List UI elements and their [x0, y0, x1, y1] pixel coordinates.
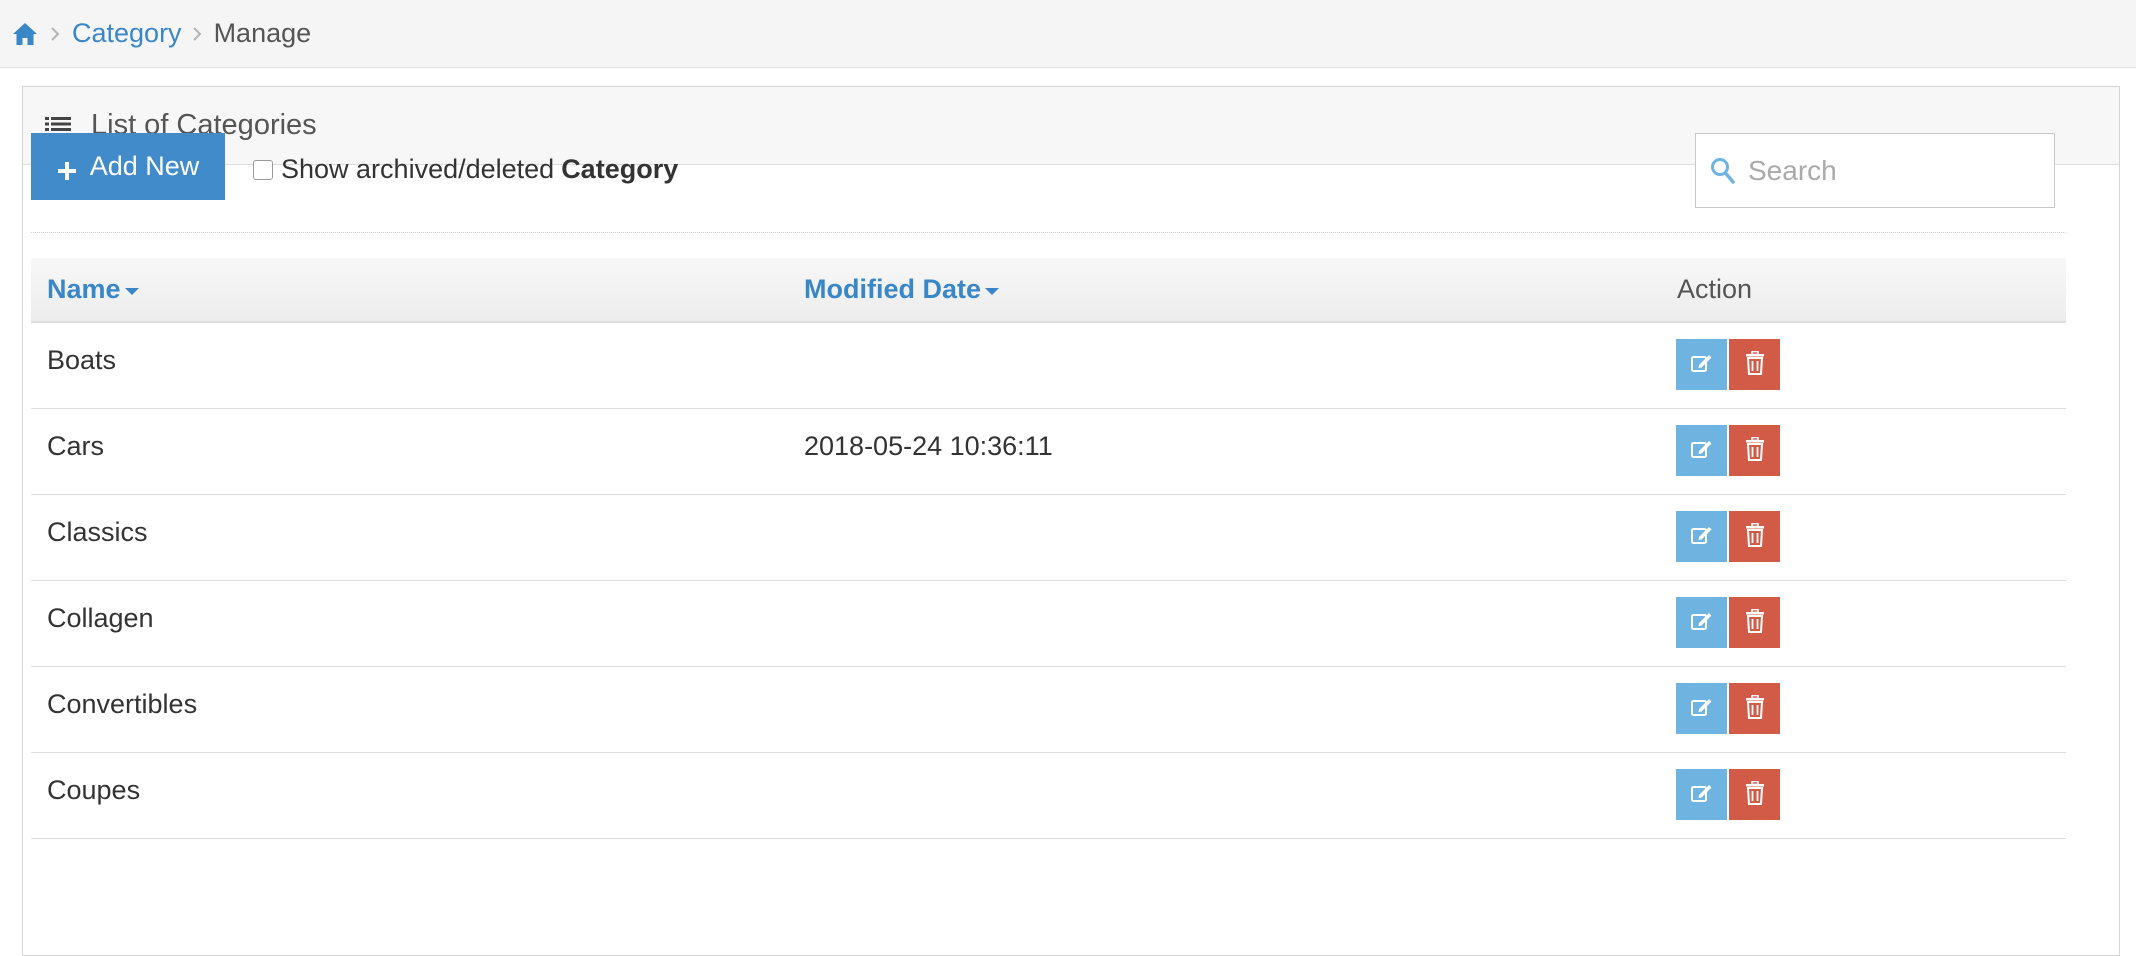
edit-button[interactable]: [1676, 683, 1727, 734]
home-icon[interactable]: [12, 20, 40, 48]
show-archived-toggle[interactable]: Show archived/deleted Category: [253, 154, 678, 185]
show-archived-label: Show archived/deleted: [281, 154, 555, 184]
delete-button[interactable]: [1729, 425, 1780, 476]
delete-button[interactable]: [1729, 597, 1780, 648]
trash-icon: [1745, 436, 1765, 464]
breadcrumb: Category Manage: [0, 0, 2136, 68]
category-name: Convertibles: [47, 689, 198, 719]
table-row: Convertibles: [31, 667, 2066, 753]
edit-icon: [1690, 610, 1714, 635]
column-header-name[interactable]: Name: [47, 274, 139, 305]
trash-icon: [1745, 522, 1765, 550]
column-header-modified-date-label: Modified Date: [804, 274, 982, 304]
edit-icon: [1690, 696, 1714, 721]
edit-button[interactable]: [1676, 511, 1727, 562]
edit-icon: [1690, 352, 1714, 377]
delete-button[interactable]: [1729, 339, 1780, 390]
row-actions: [1676, 683, 1780, 734]
toolbar-divider: [31, 232, 2066, 233]
edit-icon: [1690, 438, 1714, 463]
table-row: Cars 2018-05-24 10:36:11: [31, 409, 2066, 495]
sort-caret-icon: [985, 287, 1000, 295]
table-row: Classics: [31, 495, 2066, 581]
edit-icon: [1690, 524, 1714, 549]
trash-icon: [1745, 608, 1765, 636]
trash-icon: [1745, 350, 1765, 378]
delete-button[interactable]: [1729, 511, 1780, 562]
column-header-name-label: Name: [47, 274, 121, 304]
chevron-right-icon: [50, 26, 60, 42]
show-archived-checkbox[interactable]: [253, 159, 273, 180]
delete-button[interactable]: [1729, 683, 1780, 734]
trash-icon: [1745, 694, 1765, 722]
chevron-right-icon: [192, 26, 202, 42]
breadcrumb-category-link[interactable]: Category: [72, 18, 182, 49]
column-header-action-label: Action: [1677, 274, 1753, 304]
row-actions: [1676, 425, 1780, 476]
search-box: [1695, 133, 2055, 208]
edit-button[interactable]: [1676, 769, 1727, 820]
category-name: Collagen: [47, 603, 154, 633]
sort-caret-icon: [124, 287, 139, 295]
search-icon: [1710, 157, 1736, 185]
edit-button[interactable]: [1676, 425, 1727, 476]
add-new-label: Add New: [89, 151, 200, 181]
table-row: Coupes: [31, 753, 2066, 839]
row-actions: [1676, 511, 1780, 562]
modified-date: 2018-05-24 10:36:11: [804, 431, 1053, 461]
plus-icon: [57, 157, 77, 180]
categories-table: Name Modified Date Action Boats Cars 201…: [31, 258, 2066, 839]
category-name: Classics: [47, 517, 148, 547]
edit-button[interactable]: [1676, 597, 1727, 648]
delete-button[interactable]: [1729, 769, 1780, 820]
category-name: Boats: [47, 345, 117, 375]
add-new-button[interactable]: Add New: [31, 133, 225, 200]
column-header-action: Action: [1677, 274, 1752, 305]
category-name: Cars: [47, 431, 105, 461]
column-header-modified-date[interactable]: Modified Date: [804, 274, 1000, 305]
search-input[interactable]: [1746, 153, 2030, 188]
row-actions: [1676, 339, 1780, 390]
row-actions: [1676, 597, 1780, 648]
row-actions: [1676, 769, 1780, 820]
table-row: Collagen: [31, 581, 2066, 667]
edit-button[interactable]: [1676, 339, 1727, 390]
show-archived-entity: Category: [561, 154, 679, 184]
trash-icon: [1745, 780, 1765, 808]
breadcrumb-current: Manage: [213, 18, 312, 48]
table-row: Boats: [31, 323, 2066, 409]
table-header: Name Modified Date Action: [31, 258, 2066, 323]
edit-icon: [1690, 782, 1714, 807]
category-name: Coupes: [47, 775, 141, 805]
